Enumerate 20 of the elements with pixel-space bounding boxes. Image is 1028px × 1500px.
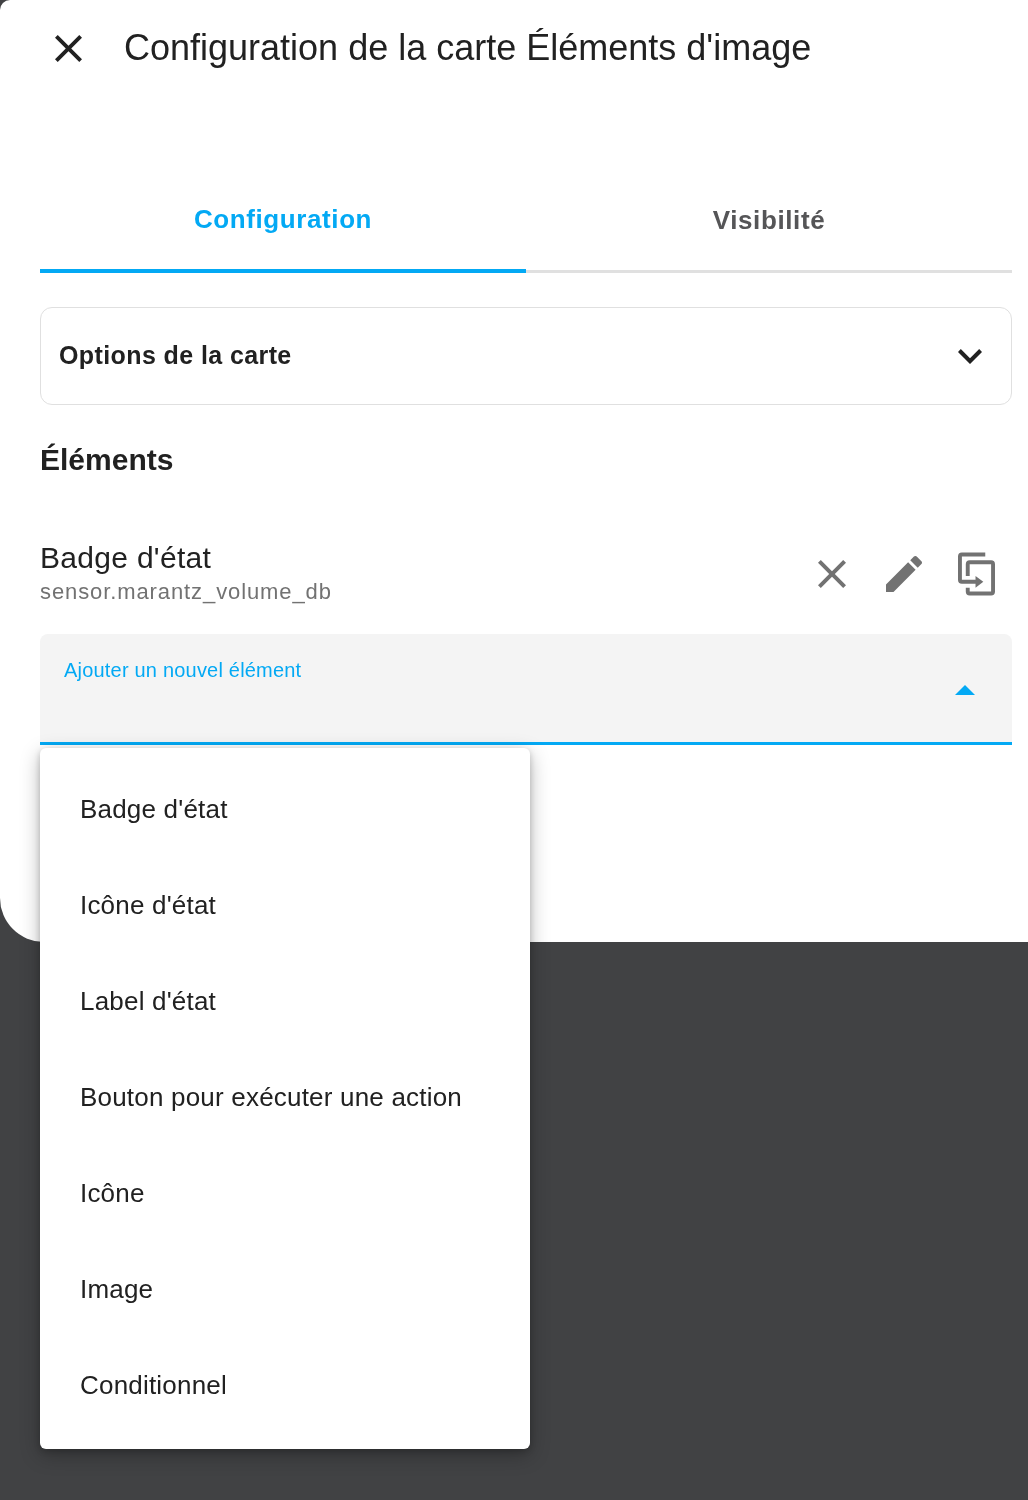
close-icon xyxy=(818,560,846,588)
close-button[interactable] xyxy=(55,34,82,62)
menu-item[interactable]: Image xyxy=(40,1241,530,1337)
tab[interactable]: Visibilité xyxy=(526,170,1012,273)
duplicate-icon xyxy=(957,552,995,596)
section-heading: Éléments xyxy=(40,442,175,478)
card-options-panel[interactable]: Options de la carte xyxy=(40,307,1012,405)
close-icon xyxy=(55,34,82,62)
pencil-icon xyxy=(886,556,922,592)
menu-item[interactable]: Bouton pour exécuter une action xyxy=(40,1049,530,1145)
menu-item[interactable]: Conditionnel xyxy=(40,1337,530,1433)
menu-item[interactable]: Icône xyxy=(40,1145,530,1241)
dialog-title: Configuration de la carte Éléments d'image xyxy=(124,26,812,70)
menu-item[interactable]: Icône d'état xyxy=(40,857,530,953)
entity-id: sensor.marantz_volume_db xyxy=(40,578,332,606)
panel-title: Options de la carte xyxy=(59,340,292,372)
menu-item[interactable]: Label d'état xyxy=(40,953,530,1049)
field-label: Ajouter un nouvel élément xyxy=(64,658,302,683)
menu-item[interactable]: Badge d'état xyxy=(40,761,530,857)
element-name: Badge d'état xyxy=(40,540,213,576)
